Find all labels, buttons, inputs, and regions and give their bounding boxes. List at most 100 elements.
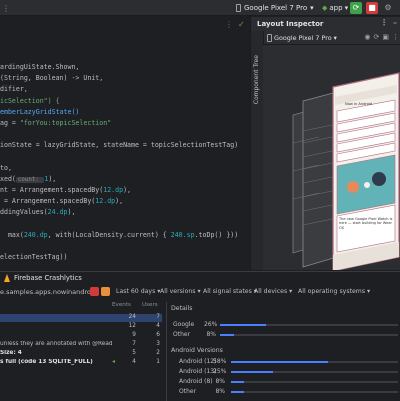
chevron-down-icon: ▾ <box>344 4 349 12</box>
issue-row[interactable]: Size: 4 5 2 <box>0 350 162 358</box>
inspector-3d-canvas[interactable]: Now in Android The new Google Pixel Watc… <box>263 45 400 270</box>
code-token: 240.dp <box>23 230 48 239</box>
distribution-percent: 25% <box>213 368 227 375</box>
code-line[interactable]: electionTestTag)) <box>0 252 250 263</box>
code-token: max( <box>0 230 24 239</box>
code-line[interactable] <box>0 241 250 252</box>
code-line[interactable]: ionState = lazyGridState, stateName = to… <box>0 140 250 151</box>
code-token: xed( <box>0 174 16 183</box>
check-icon: ✓ <box>238 20 245 29</box>
code-token: icSelection") { <box>0 96 60 105</box>
code-line[interactable]: xed(count: 1), <box>0 174 250 185</box>
issue-users: 4 <box>156 323 160 329</box>
code-token: 240.sp <box>170 230 195 239</box>
time-range-filter[interactable]: Last 60 days ▾ <box>116 288 160 295</box>
code-line[interactable]: ardingUiState.Shown, <box>0 62 250 73</box>
inspector-toolbar: Google Pixel 7 Pro ▾ ◉ ⟳ ▣ ⋮ <box>263 31 400 45</box>
more-icon[interactable]: ⋮ <box>392 33 399 41</box>
issue-users: 3 <box>156 341 160 347</box>
more-icon[interactable]: ⋮ <box>380 18 388 27</box>
more-icon[interactable]: ⋮ <box>2 4 11 13</box>
issue-row[interactable]: 12 4 <box>0 323 162 331</box>
issue-users: 1 <box>156 359 160 365</box>
code-token: ardingUiState.Shown, <box>0 63 80 71</box>
code-line[interactable]: (String, Boolean) -> Unit, <box>0 73 250 84</box>
phone-screen-render[interactable]: Now in Android The new Google Pixel Watc… <box>332 72 400 270</box>
distribution-row: Android (12) 58% <box>173 358 400 367</box>
details-pane: Details Google 26% Other 8% Android Version… <box>166 302 400 401</box>
inspector-title: Layout Inspector <box>257 20 324 28</box>
distribution-bar-fill <box>231 381 245 383</box>
minimize-icon[interactable]: – <box>393 18 397 27</box>
issue-row[interactable]: 96 <box>0 332 162 340</box>
code-token: 24.dp <box>47 208 68 217</box>
code-line[interactable]: to, <box>0 163 250 174</box>
crashlytics-title[interactable]: Firebase Crashlytics <box>14 274 82 282</box>
component-tree-label: Component Tree <box>253 55 260 105</box>
code-token: ), <box>67 208 76 217</box>
code-line[interactable]: = Arrangement.spacedBy(12.dp), <box>0 196 250 207</box>
code-line[interactable]: max(240.dp, with(LocalDensity.current) {… <box>0 230 250 241</box>
phone-icon <box>267 33 272 42</box>
code-line[interactable] <box>0 219 250 230</box>
distribution-row: Android (13) 25% <box>173 368 400 377</box>
code-token: difier, <box>0 85 28 94</box>
issue-row[interactable]: 24 7 <box>0 314 162 322</box>
version-filter[interactable]: All versions ▾ <box>160 288 201 295</box>
code-token: , with(LocalDensity.current) { <box>47 230 171 239</box>
distribution-label: Google <box>173 321 195 328</box>
distribution-bar-fill <box>220 334 235 336</box>
chevron-down-icon: ▾ <box>310 4 314 12</box>
issue-row[interactable]: unless they are annotated with @Readable… <box>0 341 162 349</box>
android-versions-label: Android Versions <box>171 347 223 354</box>
snapshot-icon[interactable]: ▣ <box>382 33 389 41</box>
code-token: ), <box>123 186 132 195</box>
events-column-header: Events <box>112 302 131 308</box>
code-token: ddingValues( <box>0 208 48 217</box>
firebase-icon <box>4 274 10 282</box>
signal-icon: ◂ <box>112 358 116 365</box>
signal-state-filter[interactable]: All signal states ▾ <box>203 288 257 295</box>
os-filter[interactable]: All operating systems ▾ <box>298 288 370 295</box>
code-area[interactable]: ardingUiState.Shown, (String, Boolean) ->… <box>0 62 250 263</box>
view-options-icon[interactable]: ◉ <box>364 33 370 41</box>
code-editor[interactable]: ⋮ ✓ ardingUiState.Shown, (String, Boolean… <box>0 17 250 270</box>
settings-icon[interactable]: ⚙ <box>382 2 394 14</box>
distribution-label: Android (8) <box>179 378 213 385</box>
chevron-down-icon: ▾ <box>333 33 337 42</box>
inspection-icon[interactable]: ⋮ <box>225 20 233 29</box>
non-fatal-filter-button[interactable] <box>101 287 110 296</box>
app-selector[interactable]: e.samples.apps.nowinandroid <box>0 288 97 296</box>
code-line[interactable]: icSelection") { <box>0 96 250 107</box>
issue-users: 6 <box>156 332 160 338</box>
issue-title: s full (code 13 SQLITE_FULL) <box>0 359 93 365</box>
code-line[interactable]: nt = Arrangement.spacedBy(12.dp), <box>0 185 250 196</box>
layout-inspector-panel: Layout Inspector ⋮ – Component Tree Goog… <box>250 17 400 270</box>
inspector-device-selector[interactable]: Google Pixel 7 Pro ▾ <box>267 33 337 42</box>
code-token: ionState = lazyGridState, stateName = to… <box>0 141 239 150</box>
distribution-label: Other <box>179 388 197 395</box>
stop-button[interactable]: ■ <box>366 2 378 14</box>
issue-row[interactable]: s full (code 13 SQLITE_FULL) ◂ 4 1 <box>0 358 162 367</box>
code-line[interactable]: ddingValues(24.dp), <box>0 207 250 218</box>
distribution-bar-track <box>220 334 398 336</box>
fatal-filter-button[interactable] <box>90 287 99 296</box>
distribution-percent: 8% <box>215 388 225 395</box>
issue-events: 5 <box>132 350 136 356</box>
device-selector-label: Google Pixel 7 Pro <box>244 4 308 12</box>
distribution-row: Other 8% <box>173 331 400 340</box>
run-button[interactable]: ⟳ <box>350 2 362 14</box>
refresh-icon[interactable]: ⟳ <box>374 33 380 41</box>
code-line[interactable]: difier, <box>0 84 250 95</box>
code-line[interactable]: ag = "forYou:topicSelection" <box>0 118 250 129</box>
code-line[interactable]: emberLazyGridState() <box>0 107 250 118</box>
issue-users: 2 <box>156 350 160 356</box>
run-config-selector[interactable]: ◆ app ▾ <box>322 3 348 13</box>
code-line[interactable] <box>0 152 250 163</box>
issue-title: Size: 4 <box>0 350 22 356</box>
distribution-label: Android (12) <box>179 358 217 365</box>
code-line[interactable] <box>0 129 250 140</box>
device-selector[interactable]: Google Pixel 7 Pro ▾ <box>236 3 314 13</box>
layout-3d-render[interactable]: Now in Android The new Google Pixel Watc… <box>263 45 400 270</box>
device-filter[interactable]: All devices ▾ <box>254 288 292 295</box>
